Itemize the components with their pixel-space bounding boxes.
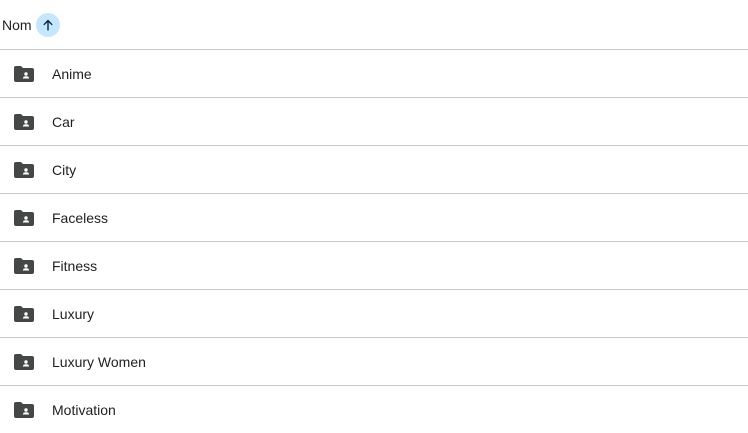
shared-folder-icon bbox=[14, 113, 34, 130]
arrow-up-icon bbox=[42, 19, 53, 31]
list-header: Nom bbox=[0, 0, 748, 50]
list-item[interactable]: Fitness bbox=[0, 242, 748, 290]
list-item[interactable]: Anime bbox=[0, 50, 748, 98]
shared-folder-icon bbox=[14, 353, 34, 370]
name-column-header[interactable]: Nom bbox=[2, 18, 32, 32]
list-item[interactable]: Luxury Women bbox=[0, 338, 748, 386]
folder-name: Faceless bbox=[52, 209, 109, 226]
folder-name: Motivation bbox=[52, 402, 116, 418]
shared-folder-icon bbox=[14, 65, 34, 82]
list-item[interactable]: Car bbox=[0, 98, 748, 146]
sort-ascending-button[interactable] bbox=[35, 13, 60, 37]
folder-name: Luxury bbox=[52, 305, 95, 322]
folder-name: Car bbox=[52, 113, 75, 130]
folder-name: City bbox=[52, 161, 77, 178]
folder-name: Anime bbox=[52, 65, 92, 82]
shared-folder-icon bbox=[14, 305, 34, 322]
shared-folder-icon bbox=[14, 209, 34, 226]
list-item[interactable]: Faceless bbox=[0, 194, 748, 242]
shared-folder-icon bbox=[14, 402, 34, 418]
folder-list: Anime Car City Faceless Fitness Luxury L… bbox=[0, 50, 748, 433]
list-item[interactable]: Luxury bbox=[0, 290, 748, 338]
shared-folder-icon bbox=[14, 161, 34, 178]
shared-folder-icon bbox=[14, 257, 34, 274]
list-item[interactable]: Motivation bbox=[0, 386, 748, 433]
file-list: Nom Anime Car City Faceless Fitness Luxu… bbox=[0, 0, 748, 433]
list-item[interactable]: City bbox=[0, 146, 748, 194]
folder-name: Fitness bbox=[52, 257, 98, 274]
folder-name: Luxury Women bbox=[52, 353, 146, 370]
